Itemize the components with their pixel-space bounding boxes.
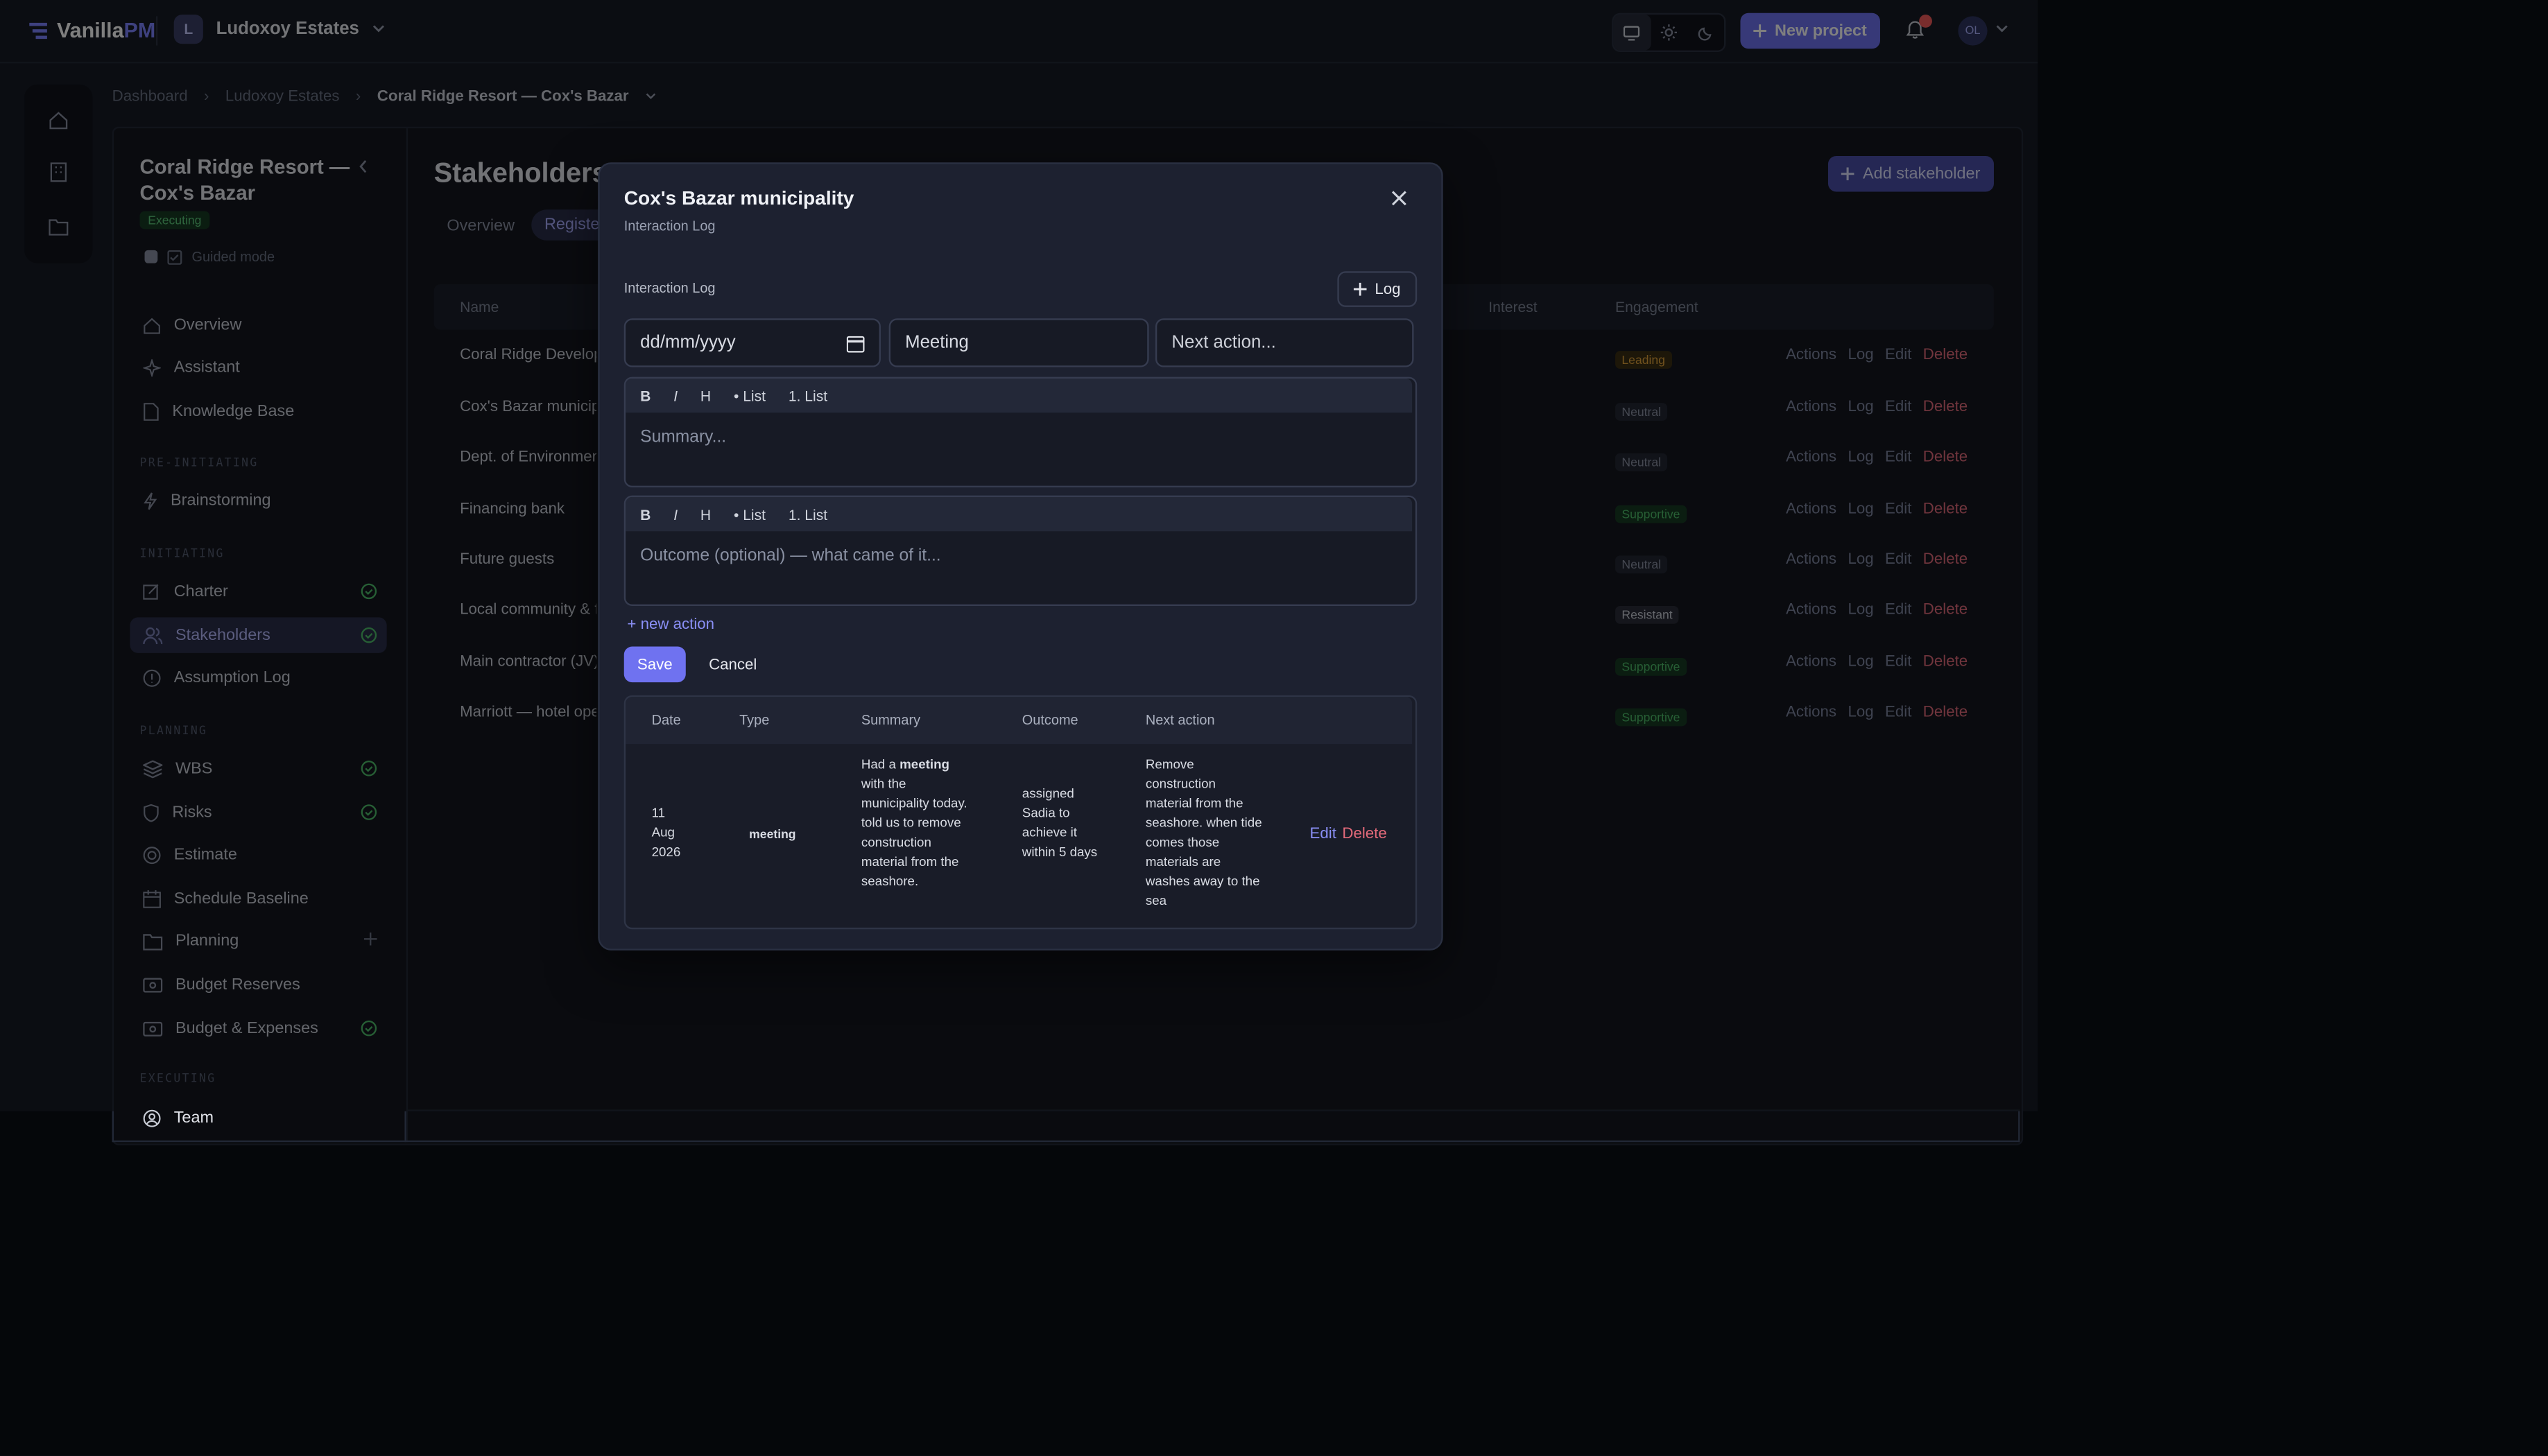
outcome-placeholder: Outcome (optional) — what came of it... — [640, 546, 941, 566]
bullet-list-button[interactable]: • List — [734, 388, 766, 404]
date-day: 11 — [651, 806, 666, 821]
summary-editor[interactable]: B I H • List 1. List Summary... — [623, 376, 1418, 487]
date-year: 2026 — [651, 844, 681, 860]
date-input[interactable]: dd/mm/yyyy — [623, 318, 881, 367]
new-action-link[interactable]: + new action — [627, 616, 714, 634]
content-panel-bottom — [112, 1111, 2020, 1143]
column-header-next-action: Next action — [1145, 711, 1215, 728]
date-placeholder: dd/mm/yyyy — [640, 333, 736, 353]
section-label: Interaction Log — [623, 279, 716, 296]
log-button[interactable]: Log — [1337, 271, 1418, 307]
summary-text: Had a — [861, 756, 896, 772]
calendar-icon[interactable] — [846, 335, 865, 353]
log-edit-link[interactable]: Edit — [1310, 825, 1336, 843]
summary-text: with the municipality today. told us to … — [861, 777, 967, 889]
plus-icon — [1353, 282, 1367, 296]
log-delete-link[interactable]: Delete — [1342, 825, 1386, 843]
log-button-label: Log — [1375, 280, 1401, 298]
type-select[interactable]: Meeting — [888, 318, 1149, 367]
modal-subtitle: Interaction Log — [623, 217, 716, 234]
log-next-action: Remove construction material from the se… — [1145, 756, 1262, 908]
heading-button[interactable]: H — [700, 506, 711, 522]
summary-placeholder: Summary... — [640, 427, 727, 447]
numbered-list-button[interactable]: 1. List — [789, 388, 827, 404]
bold-button[interactable]: B — [640, 506, 651, 522]
close-icon[interactable] — [1389, 189, 1409, 208]
bullet-list-button[interactable]: • List — [734, 506, 766, 522]
editor-toolbar: B I H • List 1. List — [626, 496, 1413, 532]
summary-bold-text: meeting — [899, 756, 949, 772]
log-type-badge: meeting — [749, 826, 796, 842]
modal-title: Cox's Bazar municipality — [623, 187, 854, 210]
column-header-summary: Summary — [861, 711, 921, 728]
log-date: 11 Aug 2026 — [652, 804, 700, 863]
divider — [404, 1111, 406, 1143]
italic-button[interactable]: I — [673, 388, 678, 404]
log-summary: Had a meeting with the municipality toda… — [861, 756, 975, 892]
save-button[interactable]: Save — [623, 646, 686, 683]
column-header-type: Type — [739, 711, 770, 728]
column-header-date: Date — [651, 711, 681, 728]
numbered-list-button[interactable]: 1. List — [789, 506, 827, 522]
cancel-button[interactable]: Cancel — [699, 647, 767, 683]
editor-toolbar: B I H • List 1. List — [626, 378, 1413, 413]
bold-button[interactable]: B — [640, 388, 651, 404]
column-header-outcome: Outcome — [1022, 711, 1078, 728]
next-action-input[interactable]: Next action... — [1155, 318, 1414, 367]
type-value: Meeting — [905, 333, 969, 353]
outcome-editor[interactable]: B I H • List 1. List Outcome (optional) … — [623, 495, 1418, 606]
log-outcome: assigned Sadia to achieve it within 5 da… — [1022, 786, 1098, 860]
heading-button[interactable]: H — [700, 388, 711, 404]
date-month: Aug — [651, 825, 675, 840]
italic-button[interactable]: I — [673, 506, 678, 522]
next-action-placeholder: Next action... — [1171, 333, 1276, 353]
